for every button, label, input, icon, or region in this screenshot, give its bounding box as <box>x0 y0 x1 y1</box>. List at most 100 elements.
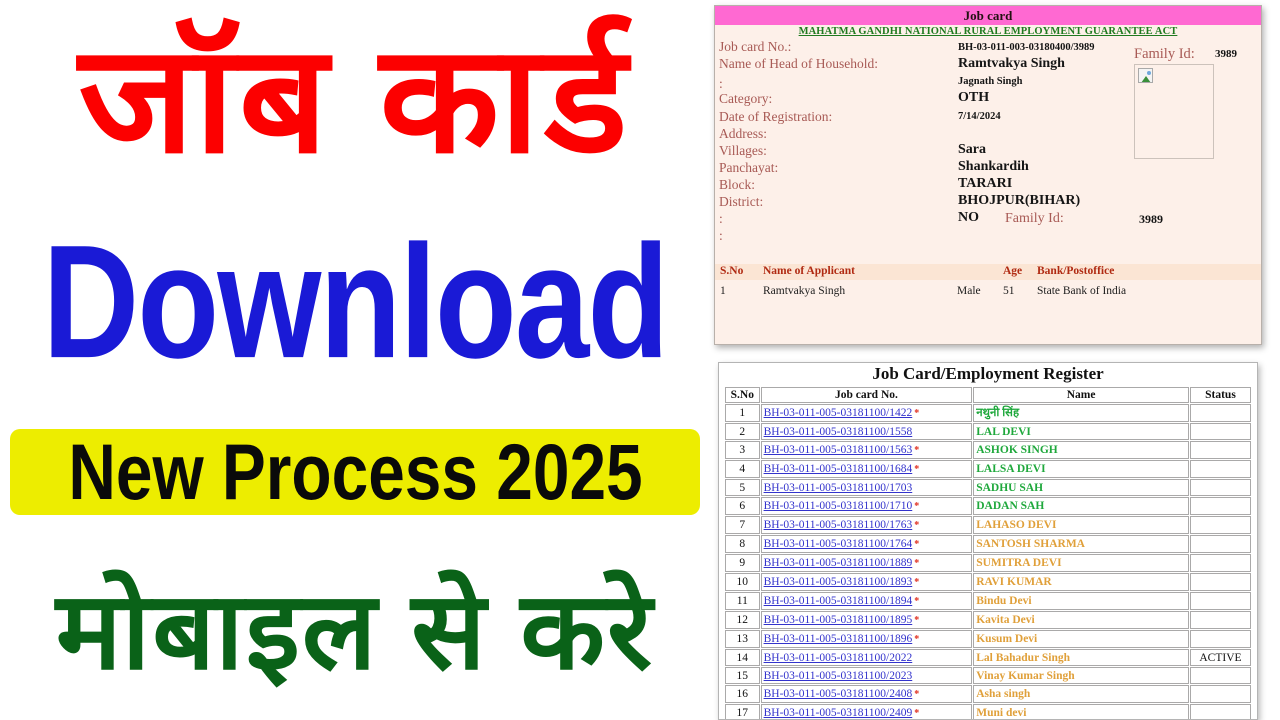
table-row: 1 BH-03-011-005-03181100/1422 * नथुनी सिंह <box>725 404 1251 422</box>
job-card-link[interactable]: BH-03-011-005-03181100/1895 <box>764 614 913 626</box>
table-row: 2 BH-03-011-005-03181100/1558 LAL DEVI <box>725 423 1251 440</box>
cell-status <box>1189 573 1251 591</box>
cell-status <box>1189 704 1251 719</box>
cell-jobcard-no[interactable]: BH-03-011-005-03181100/1893 * <box>760 573 973 591</box>
cell-name: DADAN SAH <box>973 497 1189 515</box>
cell-jobcard-no[interactable]: BH-03-011-005-03181100/1558 <box>760 423 973 440</box>
cell-name: SADHU SAH <box>973 479 1189 496</box>
cell-status <box>1189 592 1251 610</box>
cell-name: LAL DEVI <box>973 423 1189 440</box>
cell-jobcard-no[interactable]: BH-03-011-005-03181100/1889 * <box>760 554 973 572</box>
cell-jobcard-no[interactable]: BH-03-011-005-03181100/2023 <box>760 667 973 684</box>
job-card-link[interactable]: BH-03-011-005-03181100/2409 <box>764 707 913 719</box>
job-card-link[interactable]: BH-03-011-005-03181100/1764 <box>764 538 913 550</box>
header-jobcard: Job card No. <box>760 387 973 403</box>
job-card-link[interactable]: BH-03-011-005-03181100/1894 <box>764 595 913 607</box>
cell-sno: 1 <box>725 404 760 422</box>
cell-name: SANTOSH SHARMA <box>973 535 1189 553</box>
table-row: 13 BH-03-011-005-03181100/1896 * Kusum Devi <box>725 630 1251 648</box>
job-card-link[interactable]: BH-03-011-005-03181100/1703 <box>764 482 913 494</box>
asterisk-marker: * <box>914 445 920 456</box>
cell-status <box>1189 479 1251 496</box>
asterisk-marker: * <box>914 708 920 719</box>
cell-status <box>1189 630 1251 648</box>
applicant-row: 1 Ramtvakya Singh Male 51 State Bank of … <box>715 284 1261 300</box>
cell-name: LAHASO DEVI <box>973 516 1189 534</box>
cell-sno: 16 <box>725 685 760 703</box>
field-label: Job card No.: <box>719 39 792 54</box>
asterisk-marker: * <box>914 501 920 512</box>
job-card-link[interactable]: BH-03-011-005-03181100/1422 <box>764 407 913 419</box>
asterisk-marker: * <box>914 634 920 645</box>
col-name: Name of Applicant <box>763 265 855 277</box>
col-bank: Bank/Postoffice <box>1037 265 1115 277</box>
promo-subline-hindi: मोबाइल से करे <box>55 570 655 691</box>
field-value: Sara <box>958 142 986 157</box>
job-card-link[interactable]: BH-03-011-005-03181100/1896 <box>764 633 913 645</box>
job-card-link[interactable]: BH-03-011-005-03181100/2408 <box>764 688 913 700</box>
cell-jobcard-no[interactable]: BH-03-011-005-03181100/1896 * <box>760 630 973 648</box>
field-panchayat: Panchayat: Shankardih <box>719 159 1261 177</box>
job-card-panel: Job card MAHATMA GANDHI NATIONAL RURAL E… <box>714 5 1262 345</box>
cell-sno: 10 <box>725 573 760 591</box>
cell-status <box>1189 460 1251 478</box>
job-card-link[interactable]: BH-03-011-005-03181100/1563 <box>764 444 913 456</box>
table-row: 17 BH-03-011-005-03181100/2409 * Muni devi <box>725 704 1251 719</box>
field-value: Jagnath Singh <box>958 76 1023 87</box>
cell-sno: 5 <box>725 479 760 496</box>
field-label: Villages: <box>719 143 767 158</box>
job-card-link[interactable]: BH-03-011-005-03181100/1889 <box>764 557 913 569</box>
cell-jobcard-no[interactable]: BH-03-011-005-03181100/1684 * <box>760 460 973 478</box>
cell-name: Asha singh <box>973 685 1189 703</box>
cell-name: नथुनी सिंह <box>973 404 1189 422</box>
cell-jobcard-no[interactable]: BH-03-011-005-03181100/1763 * <box>760 516 973 534</box>
job-card-title: Job card <box>715 6 1261 25</box>
cell-sno: 6 <box>725 497 760 515</box>
field-label: Date of Registration: <box>719 109 833 124</box>
cell-jobcard-no[interactable]: BH-03-011-005-03181100/1894 * <box>760 592 973 610</box>
table-row: 3 BH-03-011-005-03181100/1563 * ASHOK SINGH <box>725 441 1251 459</box>
cell-jobcard-no[interactable]: BH-03-011-005-03181100/2409 * <box>760 704 973 719</box>
cell-sno: 3 <box>725 441 760 459</box>
cell-jobcard-no[interactable]: BH-03-011-005-03181100/2022 <box>760 649 973 666</box>
cell-jobcard-no[interactable]: BH-03-011-005-03181100/2408 * <box>760 685 973 703</box>
asterisk-marker: * <box>914 539 920 550</box>
job-card-link[interactable]: BH-03-011-005-03181100/1558 <box>764 426 913 438</box>
field-value: Shankardih <box>958 159 1029 174</box>
job-card-link[interactable]: BH-03-011-005-03181100/2022 <box>764 652 913 664</box>
table-row: 16 BH-03-011-005-03181100/2408 * Asha singh <box>725 685 1251 703</box>
field-bpl-flag: : NO Family Id: 3989 <box>719 210 1261 228</box>
family-id-label-secondary: Family Id: <box>1005 211 1064 226</box>
cell-jobcard-no[interactable]: BH-03-011-005-03181100/1764 * <box>760 535 973 553</box>
cell-jobcard-no[interactable]: BH-03-011-005-03181100/1563 * <box>760 441 973 459</box>
job-card-link[interactable]: BH-03-011-005-03181100/1684 <box>764 463 913 475</box>
field-value: Ramtvakya Singh <box>958 56 1065 71</box>
asterisk-marker: * <box>914 689 920 700</box>
cell-jobcard-no[interactable]: BH-03-011-005-03181100/1895 * <box>760 611 973 629</box>
table-row: 11 BH-03-011-005-03181100/1894 * Bindu Devi <box>725 592 1251 610</box>
photo-placeholder-box <box>1134 64 1214 159</box>
table-row: 15 BH-03-011-005-03181100/2023 Vinay Kumar… <box>725 667 1251 684</box>
field-label: : <box>719 228 723 243</box>
promo-headline-download: Download <box>42 211 670 393</box>
cell-name: LALSA DEVI <box>973 460 1189 478</box>
cell-sno: 14 <box>725 649 760 666</box>
cell-status <box>1189 535 1251 553</box>
header-name: Name <box>973 387 1189 403</box>
cell-jobcard-no[interactable]: BH-03-011-005-03181100/1710 * <box>760 497 973 515</box>
cell-status <box>1189 404 1251 422</box>
job-card-link[interactable]: BH-03-011-005-03181100/1763 <box>764 519 913 531</box>
cell-jobcard-no[interactable]: BH-03-011-005-03181100/1422 * <box>760 404 973 422</box>
field-value: 7/14/2024 <box>958 111 1001 122</box>
applicant-sex: Male <box>957 285 981 297</box>
job-card-link[interactable]: BH-03-011-005-03181100/1710 <box>764 500 913 512</box>
cell-status <box>1189 685 1251 703</box>
col-age: Age <box>1003 265 1023 277</box>
job-card-link[interactable]: BH-03-011-005-03181100/2023 <box>764 670 913 682</box>
cell-status <box>1189 516 1251 534</box>
family-id-label: Family Id: <box>1134 46 1195 62</box>
asterisk-marker: * <box>914 596 920 607</box>
job-card-link[interactable]: BH-03-011-005-03181100/1893 <box>764 576 913 588</box>
field-value: BH-03-011-003-03180400/3989 <box>958 42 1095 53</box>
cell-jobcard-no[interactable]: BH-03-011-005-03181100/1703 <box>760 479 973 496</box>
